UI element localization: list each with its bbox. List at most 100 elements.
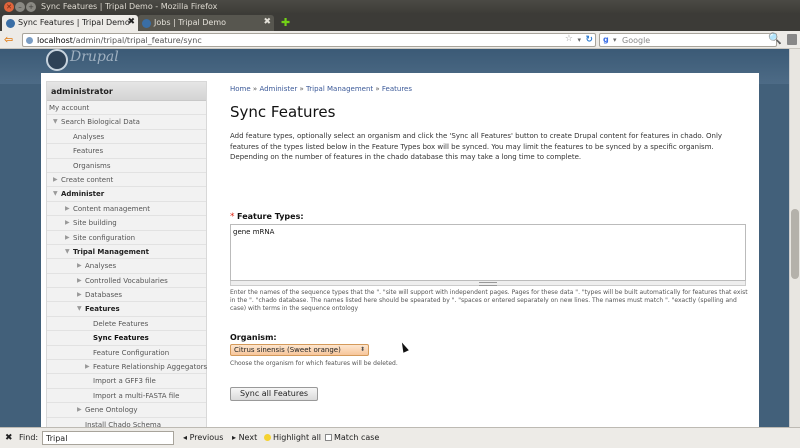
url-host: localhost xyxy=(37,36,73,45)
sidebar-item[interactable]: ▶ Site configuration xyxy=(47,231,206,245)
collapsed-arrow-icon: ▶ xyxy=(65,233,70,241)
breadcrumb-tripal-management[interactable]: Tripal Management xyxy=(306,85,373,93)
find-previous-button[interactable]: ◂ Previous xyxy=(183,433,223,442)
sidebar-item[interactable]: ▶ Gene Ontology xyxy=(47,403,206,418)
find-label: Find: xyxy=(19,433,39,442)
sidebar-item[interactable]: ▼ Search Biological Data xyxy=(47,115,206,130)
sidebar-item[interactable]: My account xyxy=(47,101,206,116)
drupal-favicon-icon xyxy=(6,19,15,28)
collapsed-arrow-icon: ▶ xyxy=(77,276,82,284)
checkbox-icon xyxy=(325,434,332,441)
find-next-button[interactable]: ▸ Next xyxy=(232,433,257,442)
match-case-checkbox[interactable]: Match case xyxy=(325,433,379,442)
tab-close-icon[interactable]: ✖ xyxy=(127,17,135,27)
find-previous-label: Previous xyxy=(189,433,224,442)
sidebar-item[interactable]: ▶ Controlled Vocabularies xyxy=(47,274,206,289)
sidebar-item-label: Content management xyxy=(73,204,150,213)
highlight-all-toggle[interactable]: Highlight all xyxy=(264,433,321,442)
window-minimize-icon[interactable]: – xyxy=(15,2,25,12)
drupal-favicon-icon xyxy=(142,19,151,28)
required-marker: * xyxy=(230,212,235,222)
google-icon[interactable]: g xyxy=(603,35,609,44)
tab-sync-features[interactable]: Sync Features | Tripal Demo ✖ xyxy=(2,15,138,31)
sidebar-item-label: Analyses xyxy=(73,132,105,141)
window-maximize-icon[interactable]: + xyxy=(26,2,36,12)
sidebar-item-label: Administer xyxy=(61,190,105,199)
sidebar-item-label: Features xyxy=(85,305,120,314)
breadcrumb-separator: » xyxy=(252,85,258,93)
sidebar-item[interactable]: ▼ Tripal Management xyxy=(47,245,206,260)
search-bar[interactable]: g ▾ Google xyxy=(599,33,777,47)
sidebar-item[interactable]: Organisms xyxy=(47,159,206,173)
sidebar-item[interactable]: Install Chado Schema xyxy=(47,418,206,427)
sidebar-item-label: Analyses xyxy=(85,262,117,271)
sidebar-item[interactable]: ▼ Administer xyxy=(47,187,206,202)
tab-jobs[interactable]: Jobs | Tripal Demo ✖ xyxy=(138,15,274,31)
sidebar-item-label: Controlled Vocabularies xyxy=(85,276,168,285)
sidebar-item[interactable]: Feature Configuration xyxy=(47,346,206,361)
page-description: Add feature types, optionally select an … xyxy=(230,132,723,161)
expanded-arrow-icon: ▼ xyxy=(53,190,58,198)
feature-types-textarea[interactable]: gene mRNA xyxy=(230,224,746,281)
collapsed-arrow-icon: ▶ xyxy=(77,291,82,299)
breadcrumb-home[interactable]: Home xyxy=(230,85,251,93)
search-input[interactable]: Google xyxy=(622,36,650,45)
breadcrumb-separator: » xyxy=(299,85,304,93)
window-close-icon[interactable]: ✕ xyxy=(4,2,14,12)
sidebar-item[interactable]: Delete Features xyxy=(47,317,206,332)
download-icon[interactable] xyxy=(787,34,797,45)
sidebar-item-label: Feature Relationship Aggegators xyxy=(93,363,208,372)
sidebar-item[interactable]: Features xyxy=(47,144,206,159)
sidebar-item[interactable]: ▶ Analyses xyxy=(47,259,206,274)
sidebar-item[interactable]: Analyses xyxy=(47,130,206,145)
highlight-icon xyxy=(264,434,271,441)
organism-selected-value: Citrus sinensis (Sweet orange) xyxy=(234,346,341,354)
expanded-arrow-icon: ▼ xyxy=(53,118,58,126)
search-magnifier-icon[interactable]: 🔍 xyxy=(768,33,782,45)
back-arrow-icon[interactable]: ⇦ xyxy=(4,34,13,45)
history-dropdown-icon[interactable]: ▾ xyxy=(577,36,581,44)
organism-select[interactable]: Citrus sinensis (Sweet orange) ⬍ xyxy=(230,344,369,356)
breadcrumb-features[interactable]: Features xyxy=(382,85,412,93)
sidebar-item[interactable]: ▶ Databases xyxy=(47,288,206,303)
url-path: /admin/tripal/tripal_feature/sync xyxy=(72,36,202,45)
search-engine-dropdown-icon[interactable]: ▾ xyxy=(613,36,617,44)
find-input[interactable]: Tripal xyxy=(42,431,174,445)
collapsed-arrow-icon: ▶ xyxy=(53,175,58,183)
sidebar-item[interactable]: Import a GFF3 file xyxy=(47,374,206,389)
collapsed-arrow-icon: ▶ xyxy=(77,262,82,270)
sidebar-item-label: Feature Configuration xyxy=(93,348,170,357)
drupal-logo-icon[interactable] xyxy=(46,49,68,71)
new-tab-icon[interactable]: ✚ xyxy=(281,17,290,28)
sidebar-item[interactable]: Import a multi-FASTA file xyxy=(47,389,206,404)
sidebar-item-label: Search Biological Data xyxy=(61,118,140,127)
collapsed-arrow-icon: ▶ xyxy=(77,406,82,414)
find-close-icon[interactable]: ✖ xyxy=(5,433,13,443)
sync-all-features-button[interactable]: Sync all Features xyxy=(230,387,318,401)
breadcrumb-administer[interactable]: Administer xyxy=(259,85,297,93)
site-identity-icon[interactable] xyxy=(26,37,33,44)
sidebar-item-label: Create content xyxy=(61,175,114,184)
reload-icon[interactable]: ↻ xyxy=(585,35,593,45)
sidebar-item[interactable]: ▶ Site building xyxy=(47,216,206,231)
url-bar[interactable]: localhost/admin/tripal/tripal_feature/sy… xyxy=(22,33,596,47)
tab-label: Jobs | Tripal Demo xyxy=(154,18,227,27)
bookmark-star-icon[interactable]: ☆ xyxy=(565,34,573,44)
sidebar-item[interactable]: ▼ Features xyxy=(47,302,206,317)
breadcrumb: Home » Administer » Tripal Management » … xyxy=(230,85,750,93)
tab-close-icon[interactable]: ✖ xyxy=(263,17,271,27)
vertical-scrollbar[interactable] xyxy=(789,49,800,427)
sidebar-item[interactable]: ▶ Content management xyxy=(47,202,206,217)
sidebar-item-label: Install Chado Schema xyxy=(85,420,162,427)
url-text[interactable]: localhost/admin/tripal/tripal_feature/sy… xyxy=(37,36,202,45)
sidebar-item[interactable]: ▶ Create content xyxy=(47,173,206,188)
site-logo-text: Drupal xyxy=(70,49,119,65)
main-content: Home » Administer » Tripal Management » … xyxy=(230,85,750,401)
tab-strip: Sync Features | Tripal Demo ✖ Jobs | Tri… xyxy=(0,14,800,31)
find-next-label: Next xyxy=(238,433,258,442)
page-body: administrator My account ▼ Search Biologic… xyxy=(41,73,759,427)
sidebar-item[interactable]: Sync Features xyxy=(47,331,206,346)
textarea-resize-grip[interactable] xyxy=(230,281,746,286)
sidebar-item[interactable]: ▶ Feature Relationship Aggegators xyxy=(47,360,208,375)
scrollbar-thumb[interactable] xyxy=(791,209,799,279)
